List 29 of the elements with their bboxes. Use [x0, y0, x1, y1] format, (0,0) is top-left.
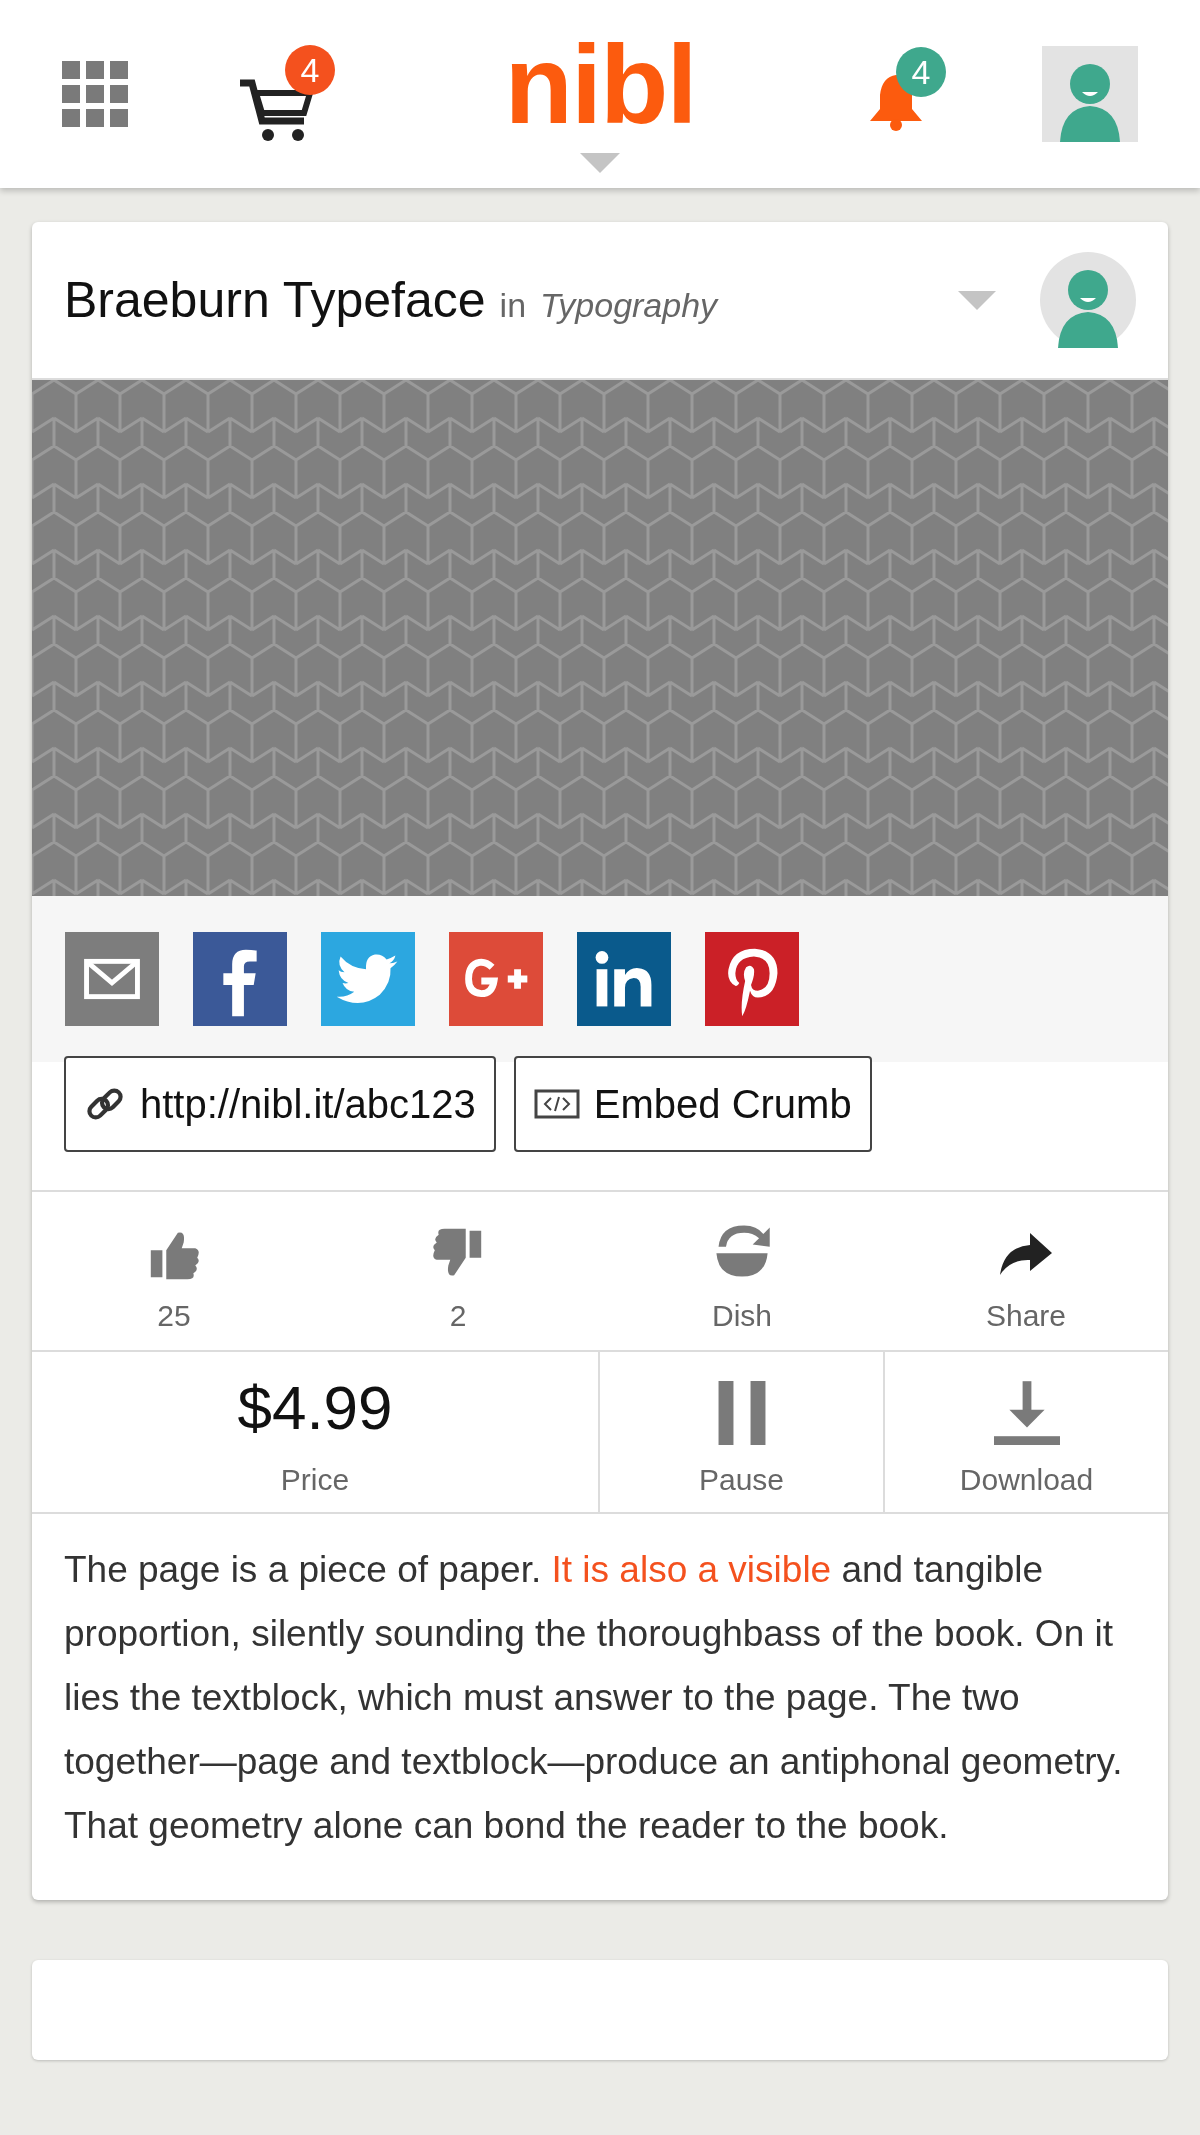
description-link[interactable]: It is also a visible: [551, 1549, 832, 1590]
notification-count-badge: 4: [896, 47, 946, 97]
facebook-share-button[interactable]: [192, 932, 288, 1026]
dish-action[interactable]: Dish: [600, 1192, 884, 1350]
category-link[interactable]: Typography: [540, 279, 718, 331]
profile-avatar[interactable]: [1042, 46, 1138, 142]
pinterest-share-button[interactable]: [704, 932, 800, 1026]
googleplus-share-button[interactable]: [448, 932, 544, 1026]
description-paragraph: The page is a piece of paper. It is also a visible and tangible proportion, silently sounding the thoroughbass of the book. On it lies the textblock, which must answer to the page. The two together—page and textblock—produce an antiphonal geometry. That geometry alone can bond the reader to the book.: [63, 1548, 1124, 1848]
download-icon: [993, 1379, 1060, 1445]
logo[interactable]: nibl: [504, 29, 696, 159]
linkedin-share-button[interactable]: [576, 932, 672, 1026]
share-action[interactable]: Share: [884, 1192, 1168, 1350]
category-prefix: in: [499, 284, 527, 326]
like-action[interactable]: 25: [32, 1192, 316, 1350]
twitter-share-button[interactable]: [320, 932, 416, 1026]
code-icon: [533, 1089, 580, 1119]
email-share-button[interactable]: [64, 932, 160, 1026]
post-title: Braeburn Typeface: [64, 270, 486, 330]
price-label: Price: [280, 1462, 350, 1498]
dislike-action[interactable]: 2: [316, 1192, 600, 1350]
cart-count-badge: 4: [285, 45, 335, 95]
author-avatar[interactable]: [1040, 252, 1136, 348]
pause-button[interactable]: Pause: [600, 1352, 885, 1512]
price-value: $4.99: [237, 1377, 393, 1439]
download-button[interactable]: Download: [885, 1352, 1168, 1512]
embed-button[interactable]: Embed Crumb: [513, 1056, 872, 1152]
apps-grid-icon[interactable]: [62, 61, 128, 127]
short-link-button[interactable]: http://nibl.it/abc123: [64, 1056, 496, 1152]
